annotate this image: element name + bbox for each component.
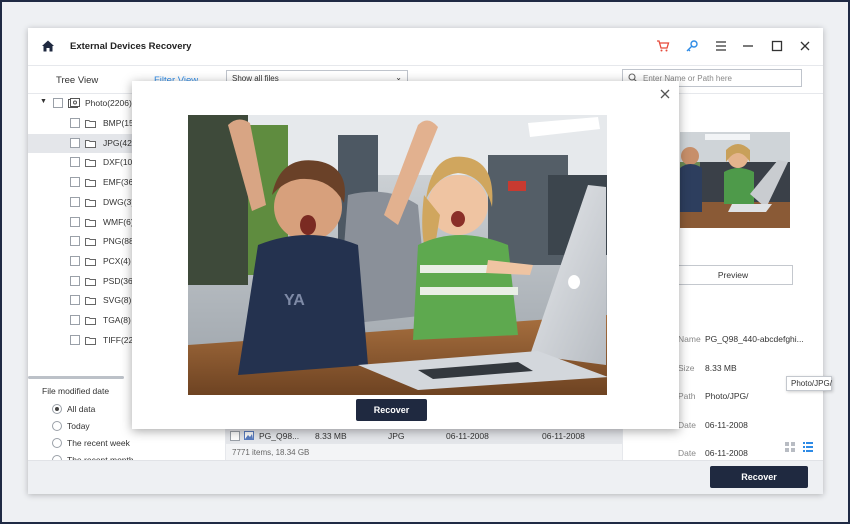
app-title: External Devices Recovery <box>70 41 192 52</box>
checkbox[interactable] <box>70 236 80 247</box>
filter-option-label: Today <box>67 421 90 431</box>
modal-recover-button[interactable]: Recover <box>356 399 427 421</box>
preview-modal: YA Recover <box>132 81 679 429</box>
tree-item-label: PSD(36) <box>103 275 136 286</box>
checkbox[interactable] <box>70 196 80 207</box>
folder-icon <box>85 277 96 286</box>
file-created: 06-11-2008 <box>446 431 489 441</box>
checkbox[interactable] <box>53 98 63 108</box>
detail-value: 8.33 MB <box>705 362 737 373</box>
checkbox[interactable] <box>70 295 80 306</box>
status-summary: 7771 items, 18.34 GB <box>232 448 310 457</box>
modal-close-icon[interactable] <box>659 88 671 100</box>
bottom-bar: Recover <box>28 460 823 494</box>
tree-item-label: WMF(6) <box>103 216 134 227</box>
close-icon[interactable] <box>798 39 812 53</box>
folder-icon <box>85 336 96 345</box>
checkbox[interactable] <box>70 315 80 325</box>
checkbox[interactable] <box>70 177 80 188</box>
checkbox[interactable] <box>70 157 80 168</box>
title-bar: External Devices Recovery <box>28 28 823 66</box>
folder-icon <box>85 158 96 168</box>
status-bar: 7771 items, 18.34 GB <box>226 444 622 460</box>
expand-arrow-icon[interactable]: ▼ <box>40 98 47 105</box>
filter-option-label: All data <box>67 404 96 414</box>
checkbox[interactable] <box>70 255 80 266</box>
folder-icon <box>85 296 96 306</box>
key-icon[interactable] <box>685 39 699 53</box>
checkbox[interactable] <box>70 216 80 227</box>
tree-item-label: DWG(3) <box>103 196 135 207</box>
folder-icon <box>85 139 96 148</box>
detail-value: 06-11-2008 <box>705 448 748 458</box>
list-view-icon[interactable] <box>803 442 813 454</box>
detail-label: Path <box>678 391 696 401</box>
grid-view-icon[interactable] <box>785 442 795 454</box>
table-row[interactable]: PG_Q98... 8.33 MB JPG 06-11-2008 06-11-2… <box>226 428 622 444</box>
tree-root-label: Photo(2206) <box>85 98 132 108</box>
filter-option-label: The recent week <box>67 438 130 448</box>
path-tooltip: Photo/JPG/ <box>786 376 832 391</box>
detail-label: Date <box>678 448 696 458</box>
checkbox[interactable] <box>70 137 80 148</box>
checkbox[interactable] <box>230 431 240 441</box>
preview-thumbnail <box>680 132 790 228</box>
file-modified: 06-11-2008 <box>542 431 585 441</box>
radio-button[interactable] <box>52 438 62 448</box>
folder-icon <box>85 237 96 247</box>
radio-button[interactable] <box>52 421 62 431</box>
checkbox[interactable] <box>70 334 80 345</box>
radio-button[interactable] <box>52 404 62 414</box>
checkbox[interactable] <box>70 118 80 128</box>
photo-folder-icon <box>68 98 80 109</box>
folder-icon <box>85 257 96 266</box>
file-size: 8.33 MB <box>315 431 347 441</box>
file-type: JPG <box>388 431 405 441</box>
preview-photo: YA <box>188 115 607 395</box>
detail-value: PG_Q98_440-abcdefghi... <box>705 334 804 344</box>
preview-button[interactable]: Preview <box>673 265 793 285</box>
detail-value: Photo/JPG/ <box>705 391 749 401</box>
svg-text:YA: YA <box>284 292 305 309</box>
tree-item-label: TGA(8) <box>103 315 131 325</box>
detail-value: 06-11-2008 <box>705 419 748 430</box>
maximize-icon[interactable] <box>770 39 784 53</box>
minimize-icon[interactable] <box>741 39 755 53</box>
checkbox[interactable] <box>70 275 80 286</box>
menu-icon[interactable] <box>714 39 728 53</box>
cart-icon[interactable] <box>656 39 670 53</box>
image-file-icon <box>244 431 254 440</box>
folder-icon <box>85 316 96 325</box>
tab-tree-view[interactable]: Tree View <box>56 75 98 86</box>
folder-icon <box>85 119 96 128</box>
tree-item-label: PCX(4) <box>103 255 131 266</box>
detail-label: Date <box>678 419 696 430</box>
detail-label: Name <box>678 334 701 344</box>
recover-button[interactable]: Recover <box>710 466 808 488</box>
detail-label: Size <box>678 362 695 373</box>
folder-icon <box>85 198 96 207</box>
tree-item-label: SVG(8) <box>103 295 132 306</box>
filter-title: File modified date <box>42 386 110 396</box>
file-name: PG_Q98... <box>259 431 300 441</box>
folder-icon <box>85 218 96 227</box>
home-icon[interactable] <box>41 39 55 53</box>
folder-icon <box>85 178 96 188</box>
tree-item-label: DXF(10) <box>103 157 136 168</box>
